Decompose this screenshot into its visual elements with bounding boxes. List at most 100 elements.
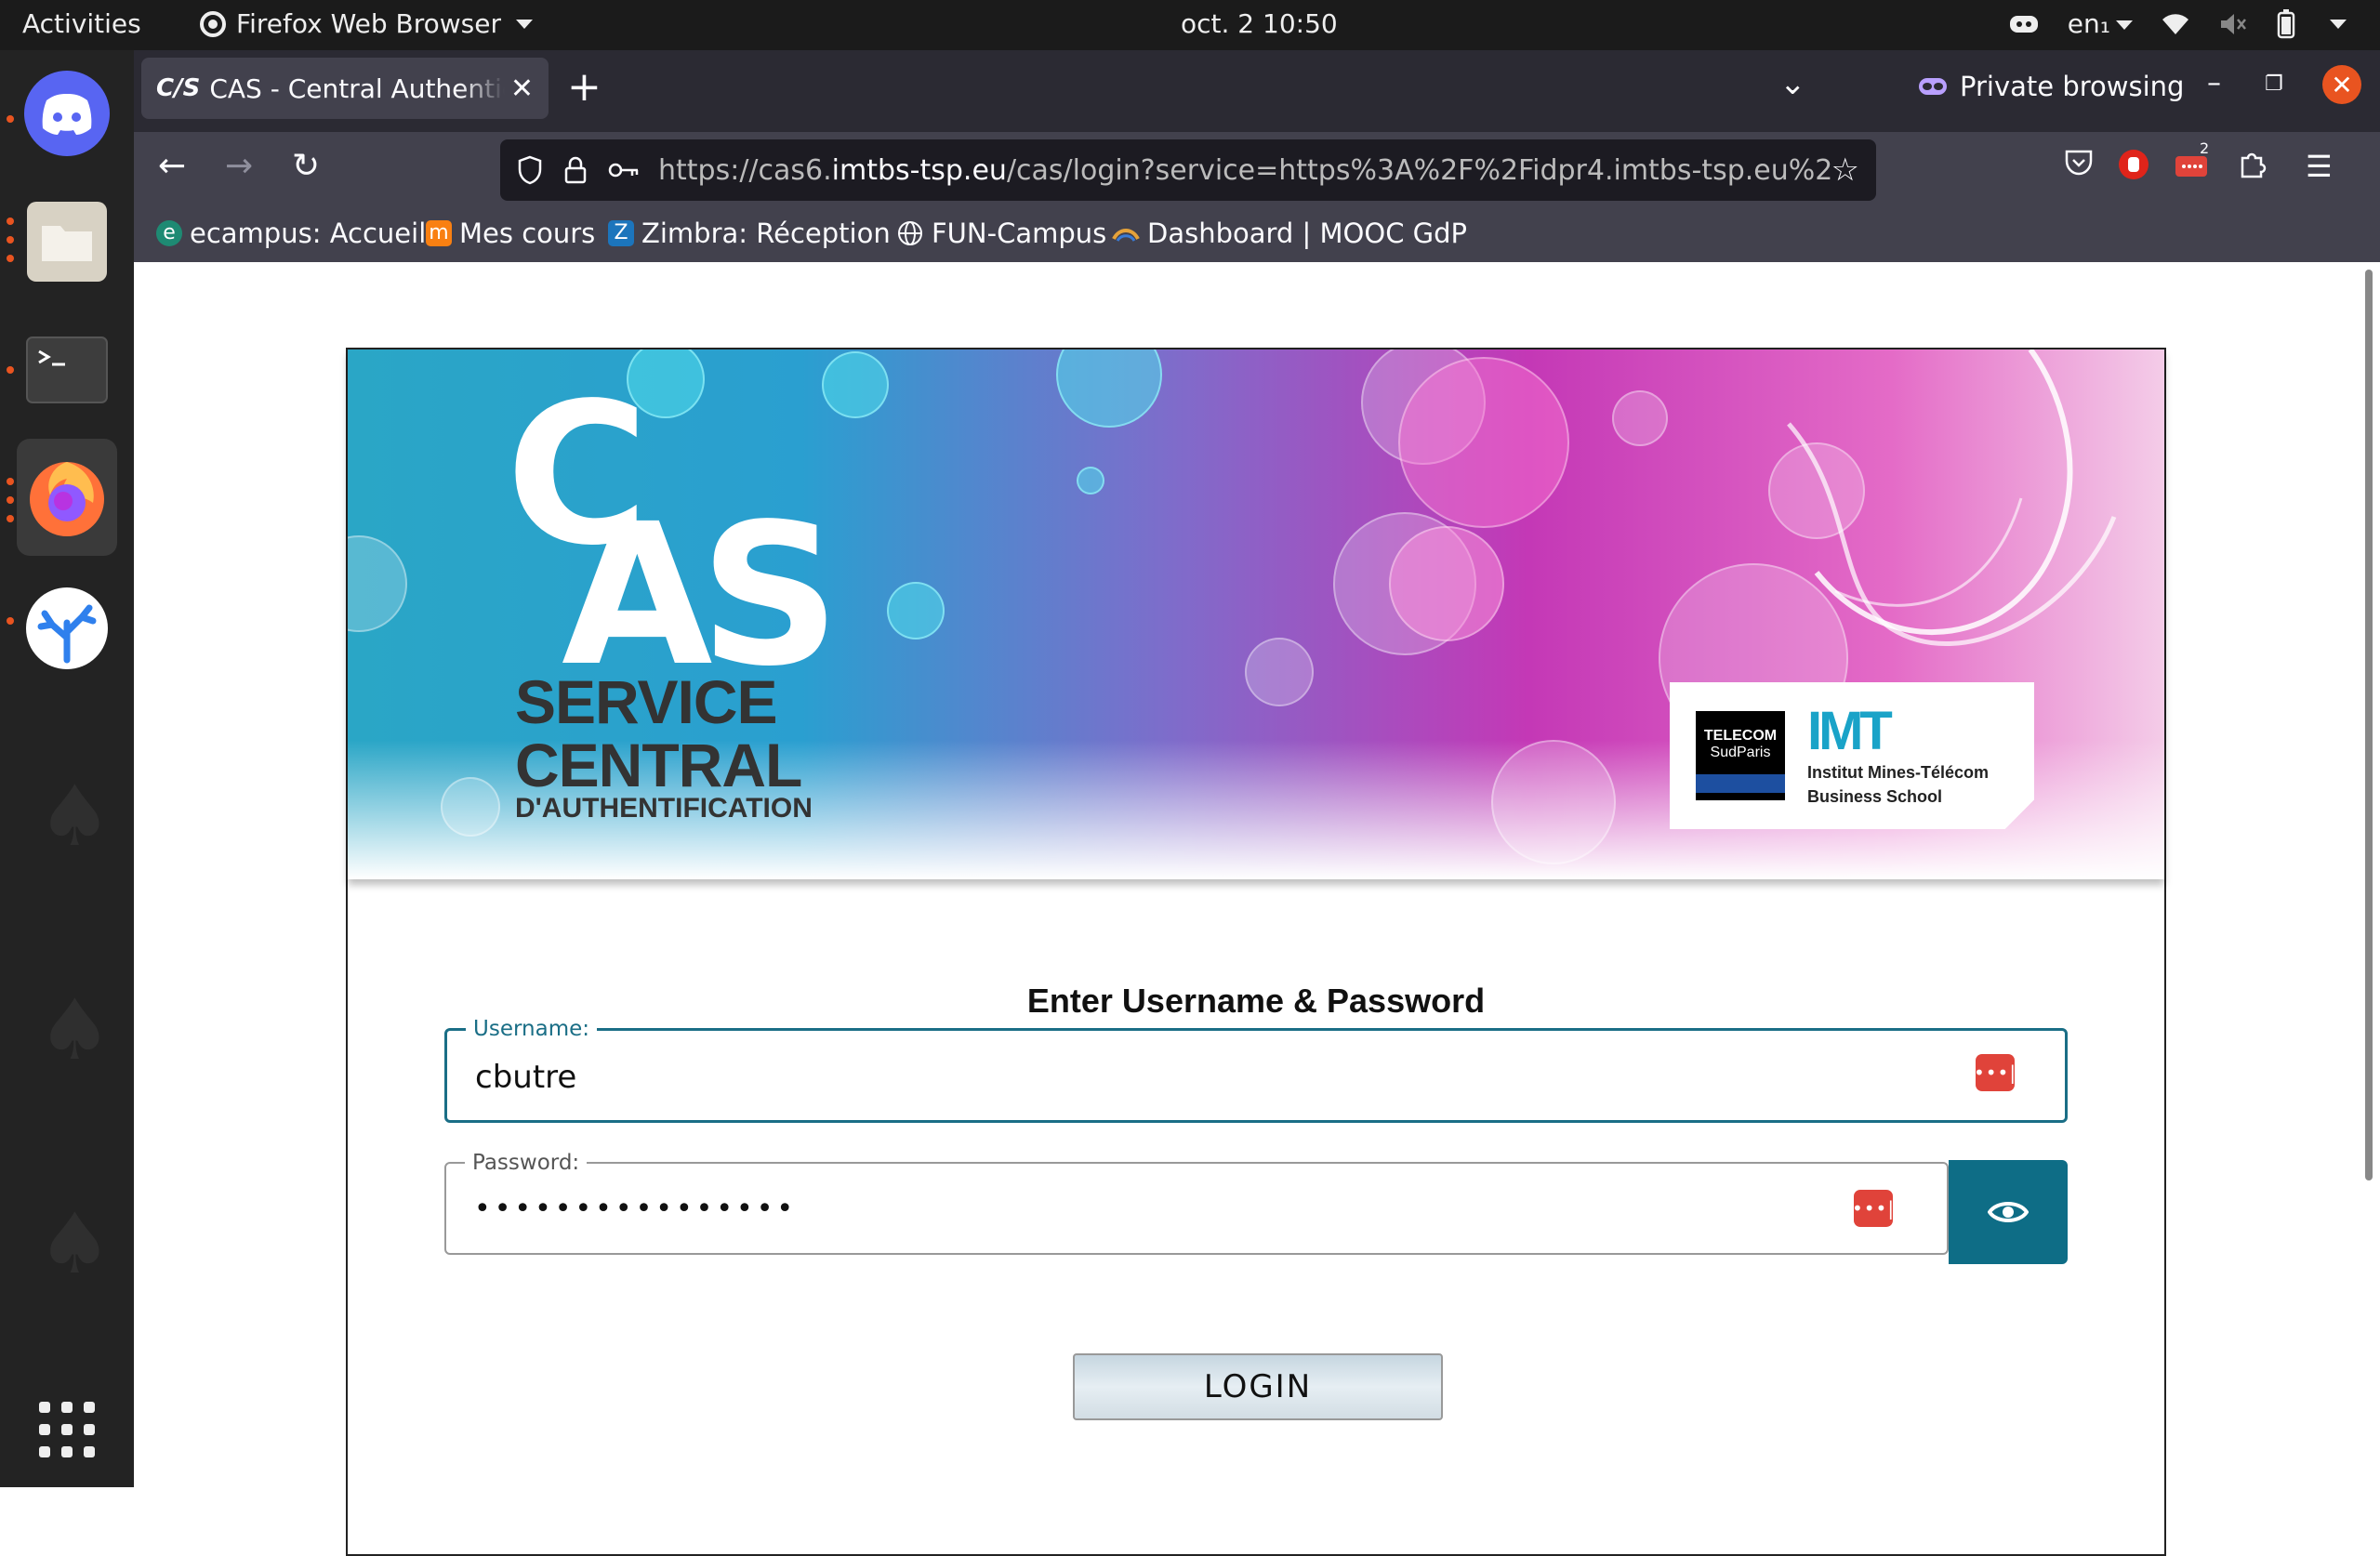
language-indicator[interactable]: en₁ <box>2068 8 2133 39</box>
wifi-icon <box>2162 13 2188 34</box>
battery-icon <box>2277 8 2295 38</box>
ublock-hand-icon[interactable] <box>2118 149 2149 188</box>
url-text: https://cas6.imtbs-tsp.eu/cas/login?serv… <box>658 154 1831 187</box>
imt-mark: IMT <box>1807 701 1893 761</box>
navigation-bar: ← → ↻ https://cas6.imtbs-tsp.eu/cas/logi… <box>134 132 2380 210</box>
bookmark-label: ecampus: Accueil <box>190 218 427 249</box>
telecom-line-1: TELECOM <box>1703 728 1778 744</box>
dock-discord[interactable] <box>17 63 117 164</box>
imt-bs-logo: IMT Institut Mines-Télécom Business Scho… <box>1807 701 1989 807</box>
password-field[interactable]: Password: •••| <box>444 1151 1949 1255</box>
bookmark-mooc-dashboard[interactable]: Dashboard | MOOC GdP <box>1112 218 1467 249</box>
clock[interactable]: oct. 2 10:50 <box>1181 8 1338 39</box>
bookmark-zimbra[interactable]: Z Zimbra: Réception <box>608 218 891 249</box>
url-domain: imtbs-tsp.eu <box>831 153 1007 187</box>
banner-bubble <box>1398 357 1569 528</box>
terminal-icon <box>26 336 108 403</box>
private-mask-icon <box>1919 78 1947 95</box>
wallpaper-spade: ♠ <box>37 982 112 1079</box>
dock-files[interactable] <box>17 191 117 292</box>
url-bar[interactable]: https://cas6.imtbs-tsp.eu/cas/login?serv… <box>500 139 1876 201</box>
extensions-puzzle-icon[interactable] <box>2237 149 2267 186</box>
reload-icon[interactable]: ↻ <box>292 147 320 185</box>
discord-tray-icon <box>2009 15 2038 33</box>
app-menu[interactable]: Firefox Web Browser <box>199 8 533 39</box>
bookmark-ecampus[interactable]: e ecampus: Accueil <box>156 218 426 249</box>
password-label: Password: <box>472 1151 580 1175</box>
maximize-icon[interactable]: ❐ <box>2265 73 2283 96</box>
dock-terminal[interactable] <box>17 320 117 420</box>
password-manager-icon[interactable]: •••| <box>1852 1190 1894 1227</box>
shield-icon <box>518 155 542 185</box>
hamburger-menu-icon[interactable]: ☰ <box>2306 149 2333 184</box>
service-line-1: SERVICE <box>515 667 778 736</box>
imt-line-2: Business School <box>1807 787 1943 806</box>
tab-cas-login[interactable]: C/S CAS - Central Authentication Service… <box>141 58 549 119</box>
app-grid-icon <box>39 1402 95 1457</box>
new-tab-button[interactable]: + <box>567 63 602 111</box>
close-window-icon[interactable]: ✕ <box>2322 65 2361 104</box>
wallpaper-spade: ♠ <box>37 1195 112 1293</box>
login-button[interactable]: LOGIN <box>1073 1353 1443 1420</box>
running-indicator <box>7 496 14 504</box>
banner-bubble <box>822 351 889 418</box>
banner-bubble <box>1245 638 1314 706</box>
bookmark-label: FUN-Campus <box>932 218 1107 249</box>
vscodium-icon <box>26 587 108 669</box>
firefox-small-icon <box>200 10 226 37</box>
banner-bubble <box>1077 467 1104 494</box>
show-apps-button[interactable] <box>17 1379 117 1480</box>
activities-button[interactable]: Activities <box>22 8 141 39</box>
password-input[interactable] <box>472 1192 1677 1226</box>
private-browsing-indicator: Private browsing <box>1919 71 2184 102</box>
banner-bubble <box>887 582 945 640</box>
moodle-icon: m <box>426 220 452 246</box>
running-indicator <box>7 115 14 123</box>
password-manager-icon[interactable]: •••| <box>1974 1054 2016 1091</box>
banner-swirl <box>1787 349 2117 646</box>
cas-logo-as: AS <box>562 481 840 709</box>
username-field[interactable]: Username: •••| <box>444 1017 2068 1123</box>
forward-arrow-icon[interactable]: → <box>225 147 253 185</box>
pocket-icon[interactable] <box>2064 149 2094 184</box>
list-all-tabs-chevron-icon[interactable]: ⌄ <box>1779 65 1806 102</box>
telecom-sudparis-logo: TELECOM SudParis <box>1696 711 1785 800</box>
dock-vscodium[interactable] <box>17 578 117 679</box>
dock: ♠ ♠ ♠ <box>0 50 134 1487</box>
username-input[interactable] <box>473 1058 1771 1097</box>
gnome-top-bar: Activities Firefox Web Browser oct. 2 10… <box>0 0 2380 50</box>
running-indicator <box>7 255 14 262</box>
cas-favicon: C/S <box>156 74 201 102</box>
running-indicator <box>7 366 14 374</box>
partner-logos: TELECOM SudParis IMT Institut Mines-Télé… <box>1670 682 2034 829</box>
chevron-down-icon <box>2330 19 2347 29</box>
service-line-3: D'AUTHENTIFICATION <box>515 793 813 824</box>
key-icon <box>608 163 639 178</box>
dock-firefox[interactable] <box>17 439 117 556</box>
banner-bubble <box>1056 349 1162 428</box>
bookmark-label: Mes cours <box>459 218 596 249</box>
service-line-2: CENTRAL <box>515 731 802 799</box>
private-browsing-label: Private browsing <box>1960 71 2185 102</box>
running-indicator <box>7 218 14 225</box>
volume-muted-icon <box>2221 13 2246 34</box>
url-path: /cas/login?service=https%3A%2F%2Fidpr4.i… <box>1006 153 1831 187</box>
extension-badge: 2 <box>2200 139 2210 157</box>
username-label: Username: <box>473 1017 589 1041</box>
firefox-icon <box>30 462 104 536</box>
eye-icon <box>1988 1202 2029 1222</box>
system-tray[interactable]: en₁ <box>2008 8 2347 39</box>
bookmark-fun-campus[interactable]: FUN-Campus <box>896 218 1106 249</box>
show-password-button[interactable] <box>1949 1160 2068 1264</box>
banner-bubble <box>1612 390 1668 446</box>
bookmark-mes-cours[interactable]: m Mes cours <box>426 218 595 249</box>
discord-icon <box>24 71 110 156</box>
password-manager-extension-icon[interactable]: 2 <box>2174 139 2211 188</box>
bookmark-star-icon[interactable]: ☆ <box>1831 152 1859 189</box>
lock-icon <box>564 156 587 184</box>
back-arrow-icon[interactable]: ← <box>158 147 186 185</box>
close-tab-icon[interactable]: ✕ <box>510 73 534 105</box>
telecom-line-2: SudParis <box>1710 745 1771 760</box>
page-scrollbar[interactable] <box>2365 270 2373 1180</box>
minimize-icon[interactable]: – <box>2207 67 2221 99</box>
